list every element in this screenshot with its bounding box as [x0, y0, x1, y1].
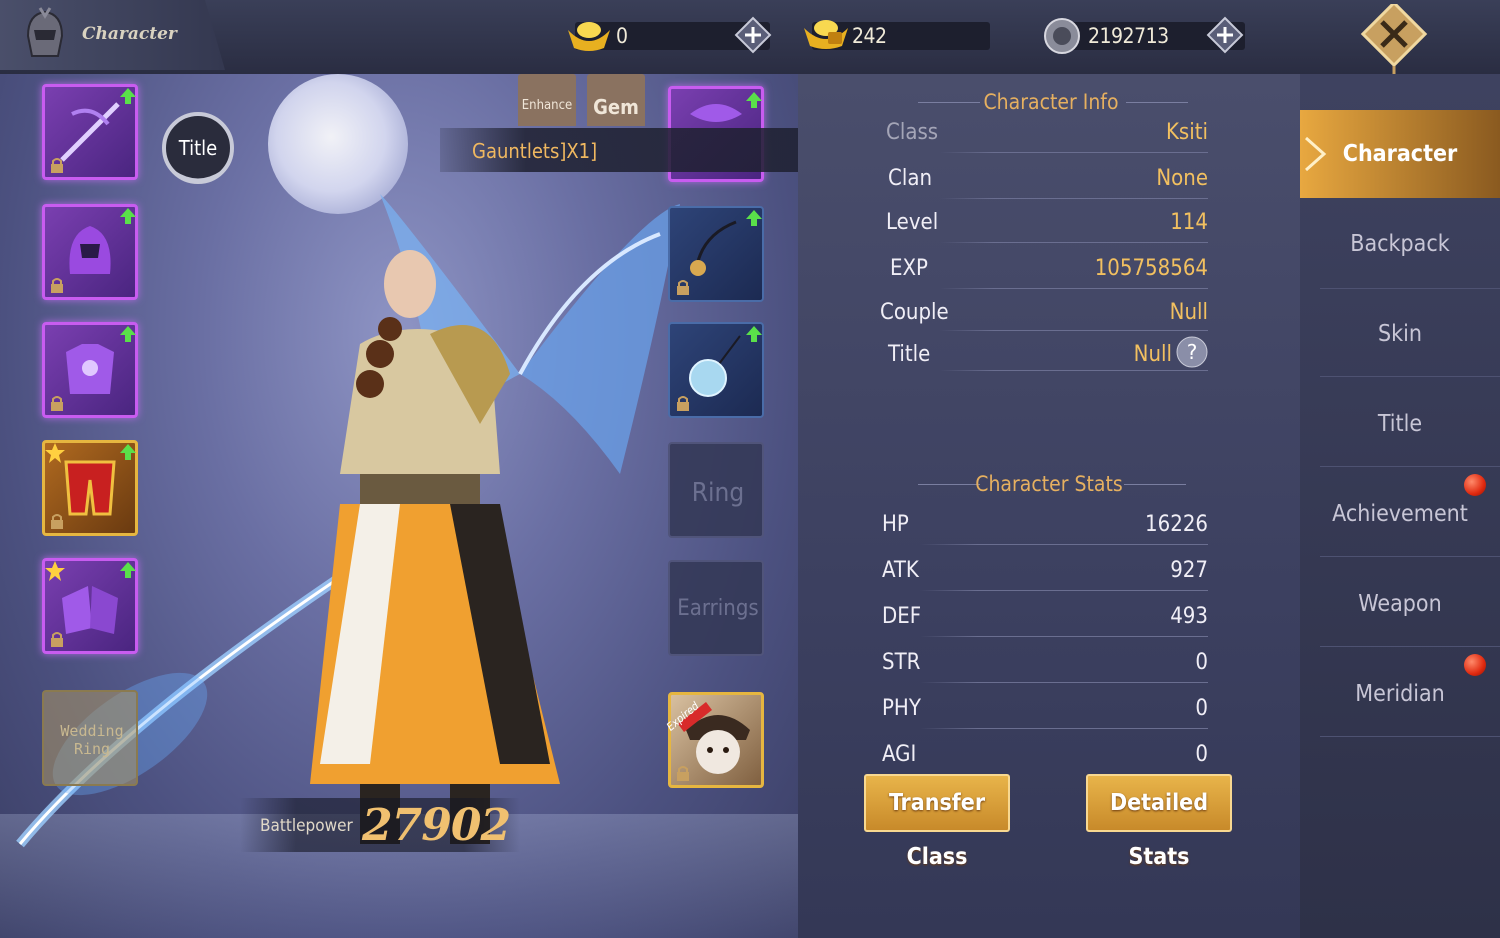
battlepower-label: Battlepower [260, 816, 353, 836]
heading-divider [1124, 484, 1186, 485]
nav-weapon[interactable]: Weapon [1300, 560, 1500, 648]
helmet-icon [26, 7, 64, 57]
nav-backpack[interactable]: Backpack [1300, 200, 1500, 288]
tooltip-text: Gauntlets]X1] [472, 139, 598, 163]
info-value-couple: Null [1169, 300, 1208, 325]
silver-coin-count: 2192713 [1088, 24, 1169, 48]
stat-value-phy: 0 [1195, 696, 1208, 721]
gold-ingot-icon [568, 22, 610, 51]
stat-label-atk: ATK [882, 558, 919, 583]
gold-ingot-count: 0 [616, 24, 628, 48]
detailed-stats-button[interactable]: Detailed Stats [1086, 774, 1232, 870]
lock-icon [677, 766, 689, 781]
nav-divider [1320, 736, 1500, 737]
info-value-clan: None [1156, 166, 1208, 191]
add-gold-button[interactable] [734, 16, 772, 54]
slot-wedding-ring[interactable]: Wedding Ring [42, 690, 138, 786]
lock-icon [677, 396, 689, 411]
nav-divider [1320, 466, 1500, 467]
stat-value-hp: 16226 [1145, 512, 1208, 537]
nav-divider [1320, 646, 1500, 647]
upgrade-arrow-icon [120, 562, 136, 578]
info-label-clan: Clan [888, 166, 932, 191]
notification-dot [1464, 474, 1486, 496]
bound-gold-count: 242 [852, 24, 887, 48]
page-title: Character [82, 24, 177, 44]
slot-ring[interactable]: Ring [668, 442, 764, 538]
row-divider [940, 242, 1208, 243]
earrings-label: Earrings [677, 596, 759, 621]
character-info-heading: Character Info [983, 90, 1119, 114]
lock-icon [51, 278, 63, 293]
stat-label-agi: AGI [882, 742, 917, 764]
info-value-level: 114 [1170, 210, 1208, 235]
lock-icon [677, 280, 689, 295]
info-label-class: Class [886, 120, 939, 145]
row-divider [920, 636, 1208, 637]
info-value-class: Ksiti [1165, 120, 1208, 145]
upgrade-arrow-icon [746, 210, 762, 226]
stat-label-phy: PHY [882, 696, 921, 721]
row-divider [920, 590, 1208, 591]
upgrade-arrow-icon [120, 208, 136, 224]
add-silver-button[interactable] [1206, 16, 1244, 54]
slot-earrings[interactable]: Earrings [668, 560, 764, 656]
info-value-title: Null [1133, 342, 1172, 367]
upgrade-arrow-icon [120, 444, 136, 460]
nav-divider [1320, 376, 1500, 377]
star-icon [45, 443, 65, 463]
nav-character[interactable]: Character [1300, 110, 1500, 198]
transfer-class-button[interactable]: Transfer Class [864, 774, 1010, 870]
lock-icon [51, 396, 63, 411]
info-label-level: Level [886, 210, 939, 235]
stat-row-agi-clipped: AGI 0 [880, 742, 1210, 764]
help-icon[interactable]: ? [1176, 336, 1208, 368]
character-model [310, 250, 560, 844]
stat-value-str: 0 [1195, 650, 1208, 675]
tab-gem[interactable]: Gem [587, 74, 645, 126]
battlepower-value: 27902 [362, 800, 511, 851]
svg-text:?: ? [1187, 340, 1198, 364]
upgrade-arrow-icon [120, 326, 136, 342]
tab-enhance[interactable]: Enhance [518, 74, 576, 126]
wedding-ring-label: Wedding Ring [60, 722, 124, 758]
stat-value-agi: 0 [1195, 742, 1208, 764]
row-divider [940, 198, 1208, 199]
row-divider [920, 544, 1208, 545]
nav-divider [1320, 556, 1500, 557]
lock-icon [51, 514, 63, 529]
row-divider [940, 288, 1208, 289]
title-badge-label: Title [178, 136, 218, 160]
character-stats-heading: Character Stats [975, 472, 1123, 496]
upgrade-arrow-icon [746, 326, 762, 342]
lock-icon [51, 632, 63, 647]
heading-divider [1126, 102, 1188, 103]
star-icon [45, 561, 65, 581]
stat-value-atk: 927 [1170, 558, 1208, 583]
row-divider [940, 152, 1208, 153]
row-divider [920, 728, 1208, 729]
bound-gold-icon [804, 20, 848, 49]
info-label-exp: EXP [890, 256, 928, 281]
silver-coin-icon [1044, 18, 1080, 54]
row-divider [920, 682, 1208, 683]
stat-label-str: STR [882, 650, 921, 675]
stat-value-def: 493 [1170, 604, 1208, 629]
info-label-couple: Couple [880, 300, 949, 325]
upgrade-arrow-icon [746, 92, 762, 108]
row-divider [940, 370, 1208, 371]
chevron-right-icon [1305, 136, 1327, 172]
ring-label: Ring [691, 478, 745, 508]
row-divider [940, 330, 1208, 331]
nav-divider [1320, 288, 1500, 289]
upgrade-arrow-icon [120, 88, 136, 104]
notification-dot [1464, 654, 1486, 676]
stat-label-hp: HP [882, 512, 909, 537]
info-value-exp: 105758564 [1094, 256, 1208, 281]
nav-title[interactable]: Title [1300, 380, 1500, 468]
lock-icon [51, 158, 63, 173]
stat-label-def: DEF [882, 604, 922, 629]
info-label-title: Title [888, 342, 931, 367]
nav-skin[interactable]: Skin [1300, 290, 1500, 378]
